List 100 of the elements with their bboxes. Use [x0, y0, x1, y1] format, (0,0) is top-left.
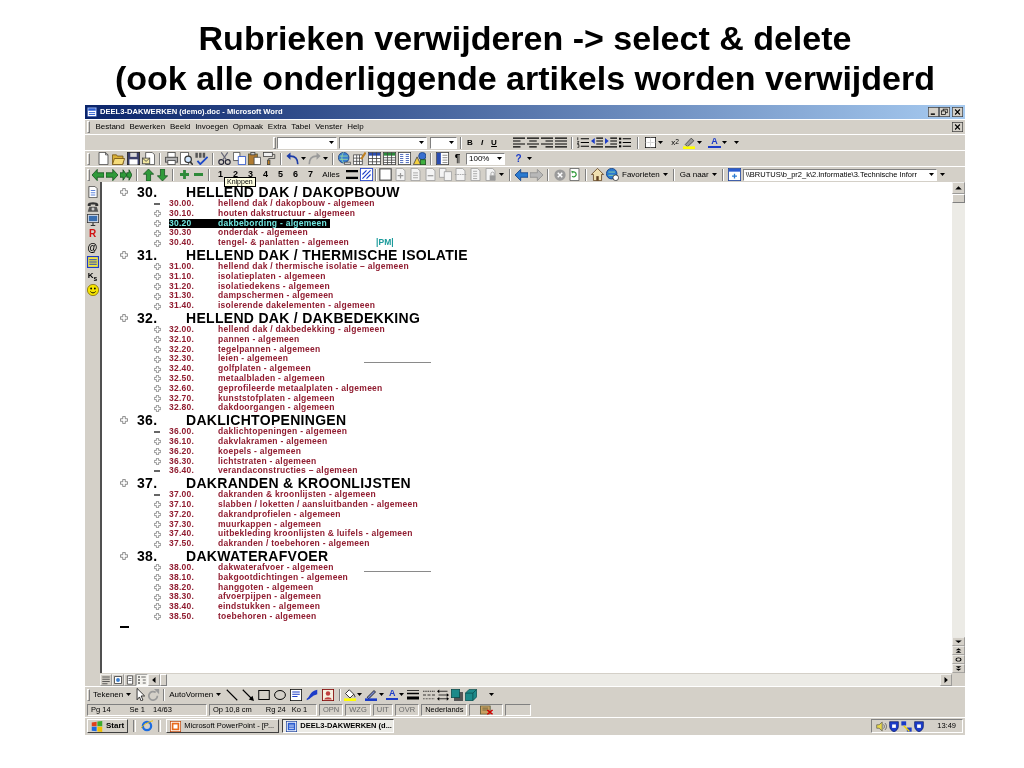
oval-icon[interactable]: [274, 688, 287, 701]
promote-icon[interactable]: [92, 168, 104, 181]
expand-icon[interactable]: [179, 170, 189, 179]
outline-plus-icon[interactable]: [120, 416, 128, 425]
toolbar-letter-button[interactable]: K$_{s}$: [87, 270, 98, 282]
scrollbar-thumb[interactable]: [952, 194, 965, 203]
line-icon[interactable]: [226, 688, 239, 701]
move-down-icon[interactable]: [156, 168, 168, 181]
show-marks-button[interactable]: ¶: [450, 152, 465, 165]
pointer-icon[interactable]: [134, 688, 146, 701]
outline-level-button[interactable]: 4: [258, 168, 273, 181]
clip-art-icon[interactable]: [322, 688, 335, 701]
highlighter-icon[interactable]: [683, 136, 695, 149]
dropdown-arrow-icon[interactable]: [449, 141, 454, 144]
dropdown-arrow-icon[interactable]: [126, 693, 132, 696]
frame-icon[interactable]: [86, 256, 99, 268]
outline-level-button[interactable]: 5: [273, 168, 288, 181]
close-icon[interactable]: [952, 107, 963, 117]
dropdown-arrow-icon[interactable]: [657, 141, 663, 144]
menu-item[interactable]: Tabel: [288, 122, 313, 132]
outline-plus-icon[interactable]: [120, 479, 128, 488]
style-dropdown[interactable]: [277, 136, 337, 149]
scroll-right-icon[interactable]: [940, 673, 952, 686]
outline-plus-icon[interactable]: [153, 530, 161, 538]
outline-plus-icon[interactable]: [153, 438, 161, 446]
web-window-icon[interactable]: [727, 168, 741, 181]
outline-plus-icon[interactable]: [153, 326, 161, 334]
refresh-icon[interactable]: [568, 168, 581, 181]
underline-button[interactable]: U: [488, 136, 500, 149]
rectangle-icon[interactable]: [258, 688, 271, 701]
dropdown-arrow-icon[interactable]: [734, 141, 739, 144]
bold-button[interactable]: B: [464, 136, 476, 149]
wordart-icon[interactable]: [306, 688, 319, 701]
shield-icon[interactable]: [914, 720, 924, 732]
dropdown-arrow-icon[interactable]: [419, 141, 424, 144]
dropdown-arrow-icon[interactable]: [711, 173, 717, 176]
outline-plus-icon[interactable]: [153, 511, 161, 519]
numbered-list-icon[interactable]: [577, 137, 589, 148]
outline-plus-icon[interactable]: [153, 564, 161, 572]
outline-plus-icon[interactable]: [153, 404, 161, 412]
align-right-icon[interactable]: [541, 137, 553, 148]
table-icon[interactable]: [368, 152, 381, 165]
bulleted-list-icon[interactable]: [619, 137, 631, 148]
outline-plus-icon[interactable]: [153, 239, 161, 247]
dropdown-arrow-icon[interactable]: [662, 173, 668, 176]
justify-icon[interactable]: [555, 137, 567, 148]
menu-item[interactable]: Bestand: [93, 122, 128, 132]
superscript-button[interactable]: x$^{2}$: [668, 136, 682, 149]
table-pencil-icon[interactable]: [353, 152, 366, 165]
outline-plus-icon[interactable]: [153, 583, 161, 591]
outline-plus-icon[interactable]: [153, 273, 161, 281]
previous-page-icon[interactable]: [952, 646, 965, 655]
shadow-icon[interactable]: [451, 688, 464, 701]
autoshapes-menu-button[interactable]: AutoVormen: [167, 688, 224, 701]
dropdown-arrow-icon[interactable]: [301, 157, 306, 160]
cube-icon[interactable]: [465, 688, 478, 701]
open-folder-icon[interactable]: [112, 152, 125, 165]
close-document-icon[interactable]: [952, 122, 963, 132]
dropdown-arrow-icon[interactable]: [488, 693, 494, 696]
outline-plus-icon[interactable]: [153, 603, 161, 611]
drawing-icon[interactable]: [413, 152, 426, 165]
font-color-button[interactable]: A: [708, 137, 721, 148]
collapse-icon[interactable]: [193, 173, 203, 176]
go-menu-button[interactable]: Ga naar: [677, 168, 719, 181]
show-all-button[interactable]: Alles: [318, 168, 344, 181]
outline-plus-icon[interactable]: [153, 229, 161, 237]
toolbar-letter-button[interactable]: @: [87, 242, 98, 254]
presentation-app-icon[interactable]: [170, 720, 182, 732]
font-color-button[interactable]: A: [386, 689, 399, 700]
stop-icon[interactable]: [553, 168, 566, 181]
outline-plus-icon[interactable]: [153, 210, 161, 218]
text-box-icon[interactable]: [290, 688, 303, 701]
dropdown-arrow-icon[interactable]: [527, 157, 532, 160]
home-icon[interactable]: [591, 168, 604, 181]
border-icon[interactable]: [645, 137, 656, 148]
smiley-icon[interactable]: [86, 284, 99, 296]
demote-to-body-icon[interactable]: [120, 168, 132, 181]
outline-plus-icon[interactable]: [153, 593, 161, 601]
draw-menu-button[interactable]: Tekenen: [91, 688, 134, 701]
outline-plus-icon[interactable]: [153, 613, 161, 621]
outline-minus-icon[interactable]: [154, 202, 160, 205]
decrease-indent-icon[interactable]: [591, 137, 603, 148]
document-app-icon[interactable]: [286, 720, 298, 732]
document-icon[interactable]: [86, 186, 99, 198]
restore-icon[interactable]: [939, 107, 950, 117]
outline-plus-icon[interactable]: [153, 220, 161, 227]
first-line-icon[interactable]: [345, 170, 358, 179]
demote-icon[interactable]: [106, 168, 118, 181]
app-icon[interactable]: [87, 107, 97, 117]
dropdown-arrow-icon[interactable]: [398, 693, 404, 696]
shield-icon[interactable]: [889, 720, 899, 732]
paste-icon[interactable]: [248, 152, 261, 165]
copy-icon[interactable]: [233, 152, 246, 165]
move-up-icon[interactable]: [142, 168, 154, 181]
outline-plus-icon[interactable]: [153, 345, 161, 353]
undo-icon[interactable]: [286, 152, 299, 165]
dropdown-arrow-icon[interactable]: [216, 693, 222, 696]
italic-button[interactable]: I: [476, 136, 488, 149]
menu-item[interactable]: Help: [344, 122, 366, 132]
menu-item[interactable]: Invoegen: [192, 122, 231, 132]
